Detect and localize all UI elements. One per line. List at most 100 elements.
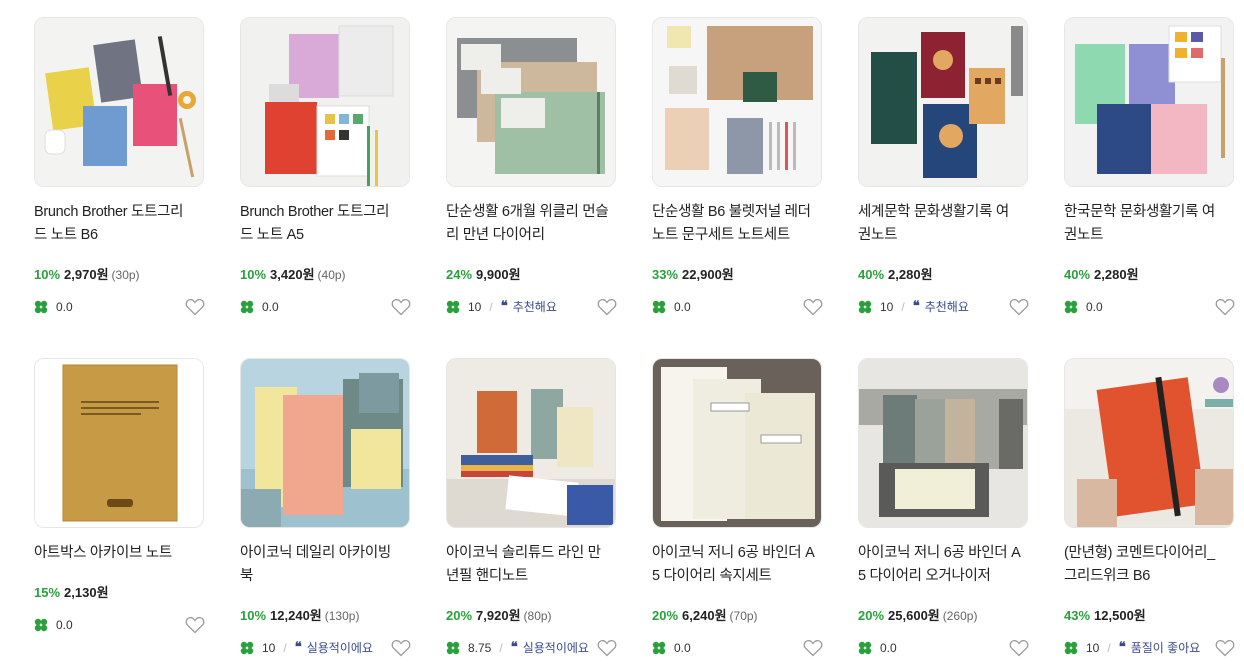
product-title[interactable]: 단순생활 B6 불렛저널 레더 노트 문구세트 노트세트 (652, 201, 852, 247)
discount-rate: 24% (446, 267, 473, 282)
product-card[interactable]: 아이코닉 솔리튜드 라인 만 년필 핸디노트 20% 7,920원 (80p) 8.7… (446, 358, 617, 657)
product-title[interactable]: 아이코닉 저니 6공 바인더 A5 다이어리 오거나이저 (858, 542, 1058, 588)
product-title[interactable]: (만년형) 코멘트다이어리_ 그리드위크 B6 (1064, 542, 1244, 588)
rating-score: 0.0 (674, 641, 691, 655)
sale-price: 22,900원 (682, 267, 734, 282)
product-image[interactable] (652, 358, 822, 528)
product-photo (447, 18, 615, 186)
discount-rate: 10% (240, 267, 267, 282)
product-card[interactable]: Brunch Brother 도트그리 드 노트 A5 10% 3,420원 (40p… (240, 17, 411, 316)
product-photo (35, 359, 203, 527)
rating-row: 0.0 (34, 617, 73, 633)
price-row: 10% 3,420원 (40p) (240, 266, 346, 284)
product-title[interactable]: 세계문학 문화생활기록 여 권노트 (858, 201, 1058, 247)
heart-outline-icon[interactable] (803, 639, 823, 657)
rating-score: 0.0 (674, 300, 691, 314)
reward-points: (130p) (324, 609, 360, 623)
discount-rate: 43% (1064, 608, 1091, 623)
heart-outline-icon[interactable] (597, 298, 617, 316)
clover-icon (446, 641, 460, 655)
product-image[interactable] (34, 17, 204, 187)
discount-rate: 20% (858, 608, 885, 623)
rating-score: 0.0 (880, 641, 897, 655)
heart-outline-icon[interactable] (185, 616, 205, 634)
product-image[interactable] (240, 17, 410, 187)
clover-icon (1064, 300, 1078, 314)
heart-outline-icon[interactable] (597, 639, 617, 657)
product-image[interactable] (652, 17, 822, 187)
sale-price: 2,970원 (64, 267, 109, 282)
product-image[interactable] (858, 358, 1028, 528)
product-title[interactable]: 아이코닉 솔리튜드 라인 만 년필 핸디노트 (446, 542, 646, 588)
clover-icon (652, 641, 666, 655)
clover-icon (1064, 641, 1078, 655)
meta-separator: / (901, 300, 905, 314)
rating-score: 0.0 (262, 300, 279, 314)
product-image[interactable] (858, 17, 1028, 187)
product-title[interactable]: 아트박스 아카이브 노트 (34, 542, 234, 565)
product-title[interactable]: 아이코닉 저니 6공 바인더 A5 다이어리 속지세트 (652, 542, 852, 588)
price-row: 10% 12,240원 (130p) (240, 607, 359, 625)
discount-rate: 40% (858, 267, 885, 282)
clover-icon (858, 641, 872, 655)
product-image[interactable] (34, 358, 204, 528)
rating-score: 10 (262, 641, 276, 655)
rating-score: 10 (880, 300, 894, 314)
product-title[interactable]: 아이코닉 데일리 아카이빙 북 (240, 542, 440, 588)
product-card[interactable]: 단순생활 6개월 위클리 먼슬 리 만년 다이어리 24% 9,900원 10/❝ 추… (446, 17, 617, 316)
heart-outline-icon[interactable] (1215, 298, 1235, 316)
clover-icon (240, 300, 254, 314)
sale-price: 7,920원 (476, 608, 521, 623)
rating-row: 10 / ❝ 추천해요 (858, 299, 969, 315)
heart-outline-icon[interactable] (803, 298, 823, 316)
sale-price: 2,280원 (888, 267, 933, 282)
product-card[interactable]: 단순생활 B6 불렛저널 레더 노트 문구세트 노트세트 33% 22,900원 0… (652, 17, 823, 316)
product-card[interactable]: 아트박스 아카이브 노트 15% 2,130원 0.0 (34, 358, 205, 634)
product-image[interactable] (1064, 17, 1234, 187)
sale-price: 2,130원 (64, 585, 109, 600)
quote-icon: ❝ (500, 299, 508, 314)
heart-outline-icon[interactable] (391, 639, 411, 657)
heart-outline-icon[interactable] (1215, 639, 1235, 657)
product-image[interactable] (240, 358, 410, 528)
clover-icon (34, 300, 48, 314)
heart-outline-icon[interactable] (1009, 298, 1029, 316)
product-title[interactable]: Brunch Brother 도트그리 드 노트 A5 (240, 201, 440, 247)
product-image[interactable] (446, 17, 616, 187)
clover-icon (446, 300, 460, 314)
product-card[interactable]: 아이코닉 데일리 아카이빙 북 10% 12,240원 (130p) 10/❝ 실용적이… (240, 358, 411, 657)
product-card[interactable]: 한국문학 문화생활기록 여 권노트 40% 2,280원 0.0 (1064, 17, 1235, 316)
product-card[interactable]: 세계문학 문화생활기록 여 권노트 40% 2,280원 10/❝ 추천해요 (858, 17, 1029, 316)
product-card[interactable]: Brunch Brother 도트그리 드 노트 B6 10% 2,970원 (30p… (34, 17, 205, 316)
heart-outline-icon[interactable] (185, 298, 205, 316)
rating-score: 8.75 (468, 641, 492, 655)
rating-row: 10 / ❝ 추천해요 (446, 299, 557, 315)
heart-outline-icon[interactable] (391, 298, 411, 316)
meta-separator: / (1107, 641, 1111, 655)
product-title[interactable]: 한국문학 문화생활기록 여 권노트 (1064, 201, 1244, 247)
heart-outline-icon[interactable] (1009, 639, 1029, 657)
price-row: 10% 2,970원 (30p) (34, 266, 140, 284)
price-row: 20% 6,240원 (70p) (652, 607, 758, 625)
rating-score: 0.0 (56, 300, 73, 314)
product-title[interactable]: 단순생활 6개월 위클리 먼슬 리 만년 다이어리 (446, 201, 646, 247)
rating-row: 0.0 (1064, 299, 1103, 315)
discount-rate: 15% (34, 585, 61, 600)
discount-rate: 10% (34, 267, 61, 282)
discount-rate: 40% (1064, 267, 1091, 282)
clover-icon (858, 300, 872, 314)
product-card[interactable]: 아이코닉 저니 6공 바인더 A5 다이어리 속지세트 20% 6,240원 (70… (652, 358, 823, 657)
review-tag: 품질이 좋아요 (1130, 641, 1201, 655)
product-image[interactable] (1064, 358, 1234, 528)
product-photo (859, 359, 1027, 527)
product-card[interactable]: 아이코닉 저니 6공 바인더 A5 다이어리 오거나이저 20% 25,600원(… (858, 358, 1029, 657)
discount-rate: 10% (240, 608, 267, 623)
meta-separator: / (283, 641, 287, 655)
product-title[interactable]: Brunch Brother 도트그리 드 노트 B6 (34, 201, 234, 247)
price-row: 20% 7,920원 (80p) (446, 607, 552, 625)
product-image[interactable] (446, 358, 616, 528)
price-row: 43% 12,500원 (1064, 607, 1146, 625)
reward-points: (40p) (317, 268, 346, 282)
rating-row: 0.0 (652, 299, 691, 315)
product-card[interactable]: (만년형) 코멘트다이어리_ 그리드위크 B6 43% 12,500원 10/❝ 품질… (1064, 358, 1235, 657)
